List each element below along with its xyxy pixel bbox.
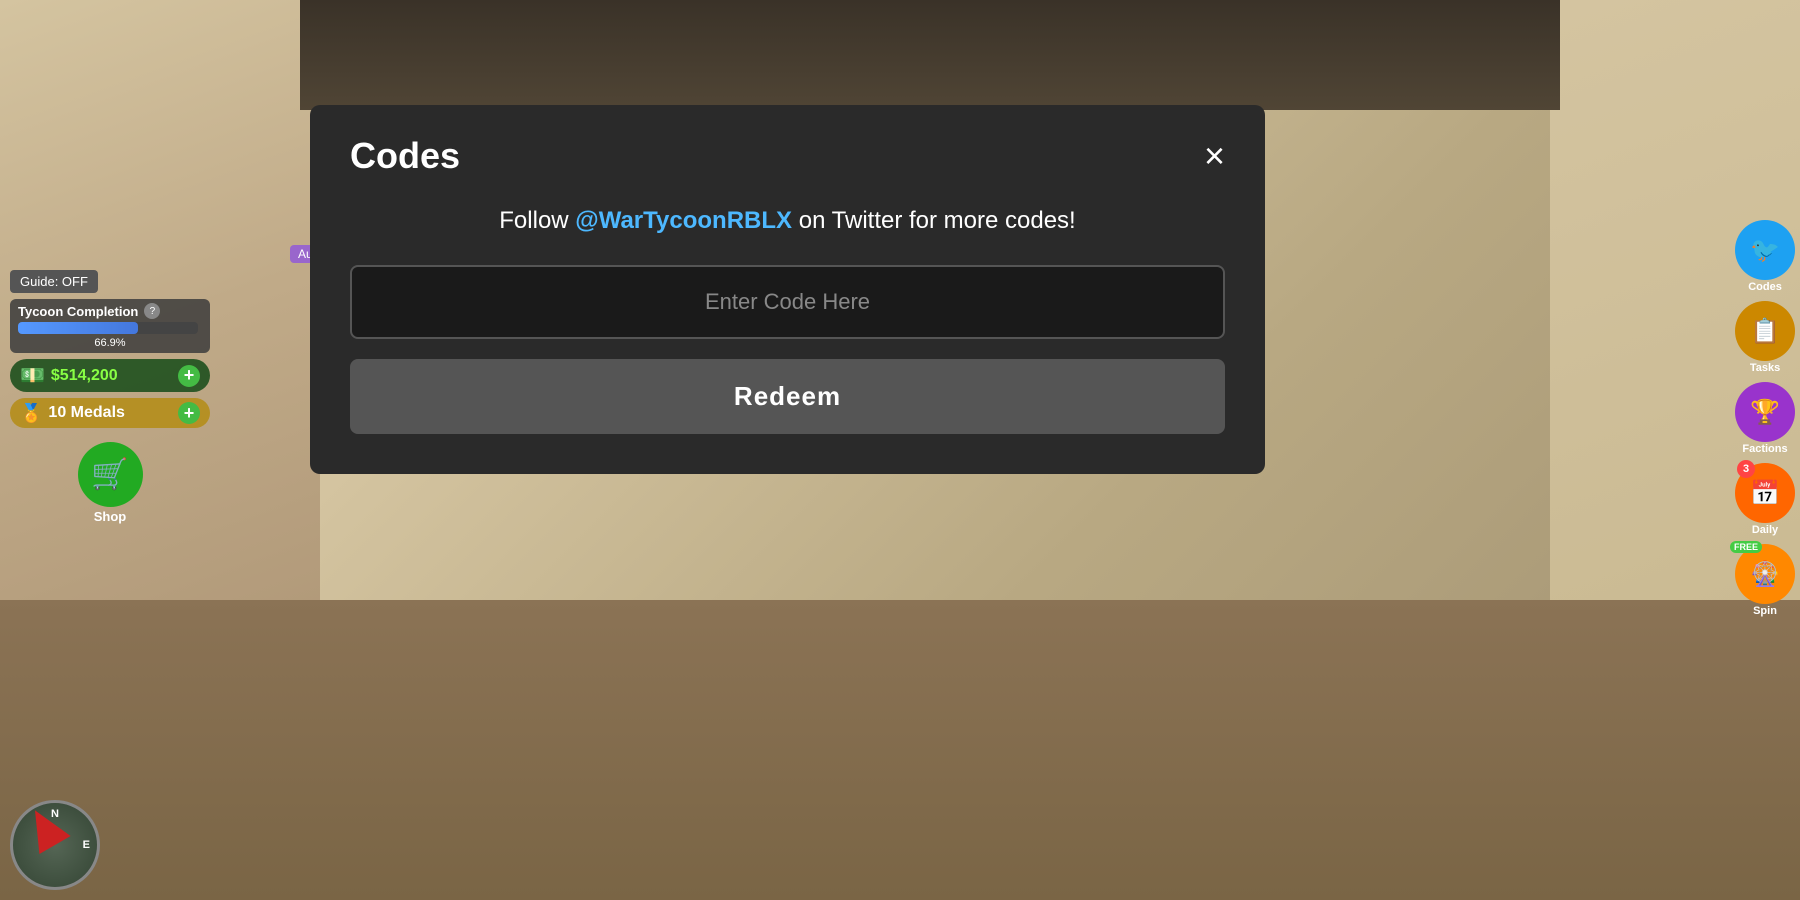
money-amount: $514,200 xyxy=(51,367,118,385)
follow-text: Follow @WarTycoonRBLX on Twitter for mor… xyxy=(350,207,1225,235)
ui-topleft: Guide: OFF Tycoon Completion ? 66.9% 💵 $… xyxy=(10,270,210,524)
spin-icon-circle: 🎡 xyxy=(1735,544,1795,604)
codes-icon-circle: 🐦 xyxy=(1735,220,1795,280)
close-modal-button[interactable]: × xyxy=(1204,138,1225,174)
compass-arrow xyxy=(19,801,70,854)
codes-modal: Codes × Follow @WarTycoonRBLX on Twitter… xyxy=(310,105,1265,474)
spin-label: Spin xyxy=(1753,605,1777,617)
sidebar-item-factions[interactable]: 🏆 Factions xyxy=(1735,382,1795,455)
twitter-icon: 🐦 xyxy=(1750,236,1780,265)
sidebar-item-codes[interactable]: 🐦 Codes xyxy=(1735,220,1795,293)
redeem-button[interactable]: Redeem xyxy=(350,359,1225,434)
tycoon-label: Tycoon Completion xyxy=(18,304,138,319)
sidebar-item-daily[interactable]: 3 📅 Daily xyxy=(1735,463,1795,536)
shop-icon-circle: 🛒 xyxy=(78,442,143,507)
follow-handle[interactable]: @WarTycoonRBLX xyxy=(575,207,792,234)
floor-area xyxy=(0,600,1800,900)
codes-label: Codes xyxy=(1748,281,1782,293)
modal-header: Codes × xyxy=(350,135,1225,177)
guide-button[interactable]: Guide: OFF xyxy=(10,270,98,293)
shop-cart-icon: 🛒 xyxy=(91,457,128,492)
medals-row: 🏅 10 Medals + xyxy=(10,398,210,428)
shop-label: Shop xyxy=(94,509,127,524)
spin-badge: FREE xyxy=(1730,541,1762,553)
tasks-icon-circle: 📋 xyxy=(1735,301,1795,361)
money-row: 💵 $514,200 + xyxy=(10,359,210,392)
shop-button[interactable]: 🛒 Shop xyxy=(10,442,210,524)
factions-label: Factions xyxy=(1742,443,1787,455)
sidebar-item-tasks[interactable]: 📋 Tasks xyxy=(1735,301,1795,374)
code-input[interactable] xyxy=(350,265,1225,339)
medals-icon: 🏅 xyxy=(20,403,42,424)
follow-text-before: Follow xyxy=(499,207,575,234)
modal-title: Codes xyxy=(350,135,460,177)
progress-bar-background xyxy=(18,322,198,334)
spin-icon: 🎡 xyxy=(1750,560,1780,589)
right-sidebar: 🐦 Codes 📋 Tasks 🏆 Factions 3 📅 Daily FRE… xyxy=(1735,220,1795,617)
tycoon-info-icon[interactable]: ? xyxy=(144,303,160,319)
daily-badge: 3 xyxy=(1737,460,1755,478)
money-icon: 💵 xyxy=(20,363,45,388)
add-money-button[interactable]: + xyxy=(178,365,200,387)
follow-text-after: on Twitter for more codes! xyxy=(792,207,1076,234)
daily-label: Daily xyxy=(1752,524,1778,536)
progress-bar-fill xyxy=(18,322,138,334)
compass-circle: N E xyxy=(10,800,100,890)
factions-icon: 🏆 xyxy=(1750,398,1780,427)
compass: N E xyxy=(10,800,100,890)
tasks-label: Tasks xyxy=(1750,362,1780,374)
tycoon-label-row: Tycoon Completion ? xyxy=(18,303,202,319)
tasks-icon: 📋 xyxy=(1750,317,1780,346)
tycoon-completion-panel: Tycoon Completion ? 66.9% xyxy=(10,299,210,353)
daily-icon: 📅 xyxy=(1750,479,1780,508)
sidebar-item-spin[interactable]: FREE 🎡 Spin xyxy=(1735,544,1795,617)
compass-east: E xyxy=(83,839,90,851)
add-medals-button[interactable]: + xyxy=(178,402,200,424)
progress-text: 66.9% xyxy=(18,337,202,349)
factions-icon-circle: 🏆 xyxy=(1735,382,1795,442)
top-dark-area xyxy=(300,0,1560,110)
medals-amount: 10 Medals xyxy=(48,404,124,422)
